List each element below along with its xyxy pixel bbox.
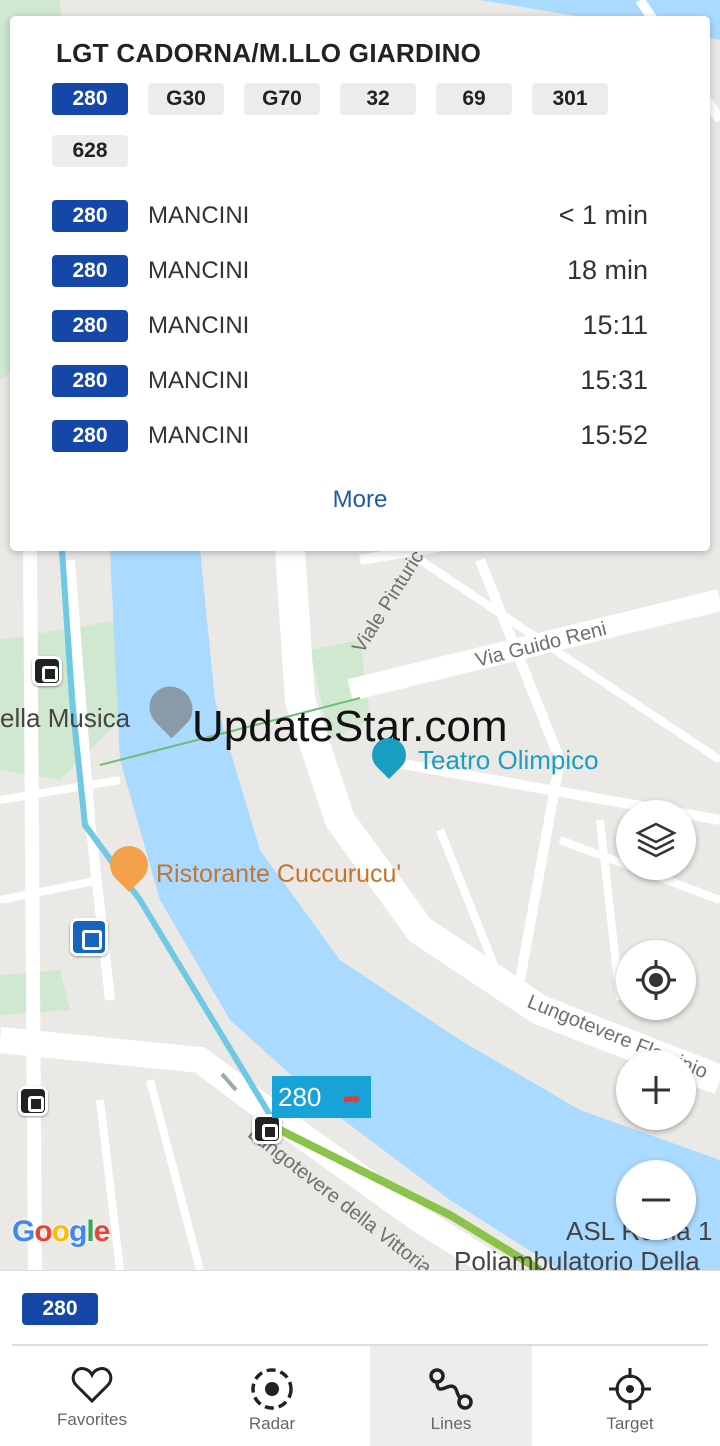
departure-line: 280: [52, 310, 128, 342]
bus-position-tag[interactable]: 280 ➦: [272, 1076, 371, 1118]
nav-radar[interactable]: Radar: [192, 1346, 352, 1446]
map-label-poliambulatorio: Poliambulatorio Della: [454, 1246, 700, 1270]
zoom-in-button[interactable]: [616, 1050, 696, 1130]
nav-favorites[interactable]: Favorites: [12, 1346, 172, 1446]
layers-icon: [635, 822, 677, 858]
nav-target[interactable]: Target: [550, 1346, 710, 1446]
minus-icon: [642, 1198, 670, 1202]
bus-direction-icon: ➦: [342, 1086, 361, 1111]
selected-route-chip[interactable]: 280: [22, 1293, 98, 1325]
nav-label: Target: [606, 1414, 654, 1433]
bus-tag-line: 280: [278, 1082, 322, 1112]
my-location-button[interactable]: [616, 940, 696, 1020]
departure-row[interactable]: 280 MANCINI 15:52: [52, 420, 648, 454]
departure-row[interactable]: 280 MANCINI < 1 min: [52, 200, 648, 234]
departure-row[interactable]: 280 MANCINI 15:11: [52, 310, 648, 344]
heart-icon: [71, 1367, 113, 1404]
departure-row[interactable]: 280 MANCINI 18 min: [52, 255, 648, 289]
departure-destination: MANCINI: [148, 312, 250, 339]
route-icon: [429, 1368, 473, 1410]
nav-label: Radar: [248, 1414, 296, 1433]
departure-destination: MANCINI: [148, 202, 250, 229]
departure-destination: MANCINI: [148, 422, 250, 449]
stop-title: LGT CADORNA/M.LLO GIARDINO: [56, 38, 482, 68]
nav-label: Favorites: [57, 1410, 127, 1429]
selected-bus-stop-marker[interactable]: [70, 918, 108, 956]
stop-info-card: LGT CADORNA/M.LLO GIARDINO 280 G30 G70 3…: [10, 16, 710, 551]
map-label-music: ella Musica: [0, 703, 131, 733]
bus-stop-marker[interactable]: [252, 1114, 282, 1144]
line-chip-g30[interactable]: G30: [148, 83, 224, 115]
departure-line: 280: [52, 420, 128, 452]
nav-lines[interactable]: Lines: [370, 1346, 532, 1446]
map-label-restaurant[interactable]: Ristorante Cuccurucu': [156, 860, 401, 889]
selected-route-strip: 280: [0, 1270, 720, 1346]
radar-icon: [251, 1368, 293, 1410]
nav-label: Lines: [430, 1414, 472, 1433]
line-chip-628[interactable]: 628: [52, 135, 128, 167]
bottom-navigation: Favorites Radar Lines Target: [0, 1346, 720, 1446]
crosshair-icon: [609, 1368, 651, 1410]
departure-time: 18 min: [566, 255, 648, 285]
departure-time: 15:11: [582, 310, 648, 340]
line-chip-69[interactable]: 69: [436, 83, 512, 115]
bus-stop-marker[interactable]: [32, 656, 62, 686]
plus-icon: [642, 1076, 670, 1104]
departure-line: 280: [52, 200, 128, 232]
google-logo: Google: [12, 1215, 110, 1248]
line-chip-g70[interactable]: G70: [244, 83, 320, 115]
more-departures-link[interactable]: More: [10, 486, 710, 514]
departure-time: 15:31: [580, 365, 648, 395]
departure-line: 280: [52, 365, 128, 397]
my-location-icon: [636, 960, 676, 1000]
layers-button[interactable]: [616, 800, 696, 880]
line-chip-301[interactable]: 301: [532, 83, 608, 115]
line-chip-280[interactable]: 280: [52, 83, 128, 115]
departure-destination: MANCINI: [148, 257, 250, 284]
departure-time: < 1 min: [558, 200, 648, 230]
line-chip-32[interactable]: 32: [340, 83, 416, 115]
departure-time: 15:52: [580, 420, 648, 450]
zoom-out-button[interactable]: [616, 1160, 696, 1240]
departure-line: 280: [52, 255, 128, 287]
departure-destination: MANCINI: [148, 367, 250, 394]
bus-stop-marker[interactable]: [18, 1086, 48, 1116]
departure-row[interactable]: 280 MANCINI 15:31: [52, 365, 648, 399]
map-label-theater[interactable]: Teatro Olimpico: [418, 745, 599, 776]
